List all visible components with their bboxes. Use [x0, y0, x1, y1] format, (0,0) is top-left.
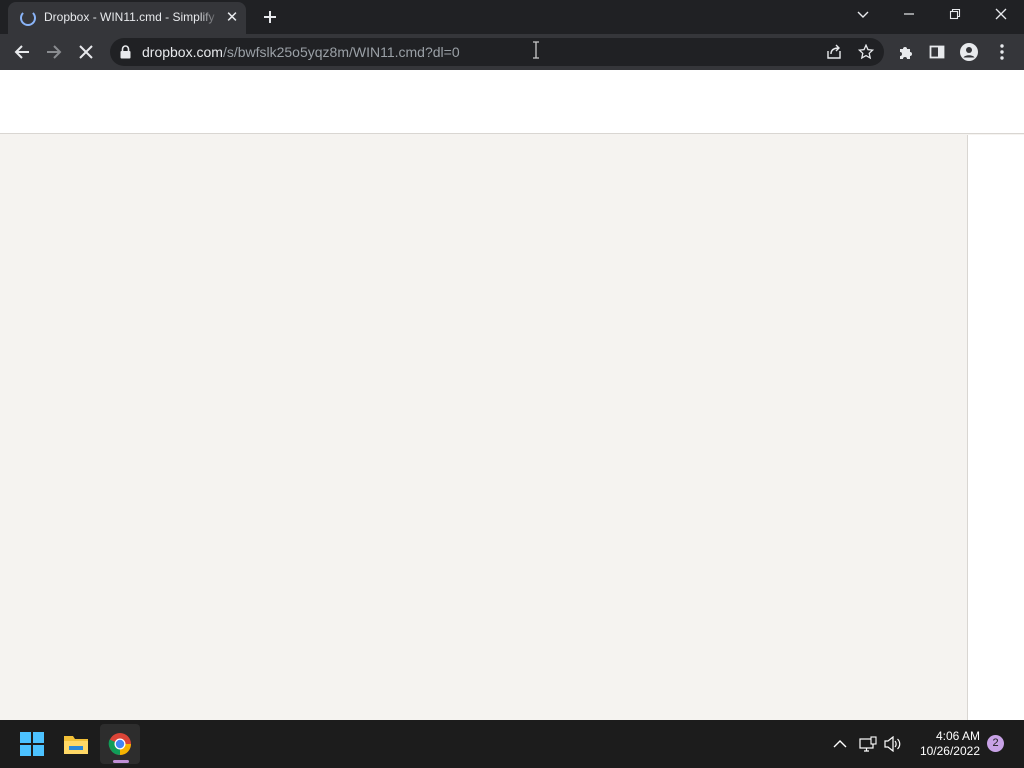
clock[interactable]: 4:06 AM 10/26/2022: [912, 729, 980, 759]
close-icon: [995, 8, 1007, 20]
star-icon: [858, 44, 874, 60]
volume-icon: [884, 736, 901, 752]
window-close-button[interactable]: [978, 0, 1024, 30]
chevron-up-icon: [833, 740, 847, 748]
back-button[interactable]: [8, 38, 36, 66]
active-app-indicator: [113, 760, 129, 763]
tab-title-fade: [198, 8, 220, 28]
url-host: dropbox.com: [142, 44, 223, 60]
x-icon: [79, 45, 93, 59]
page-main-area: [0, 135, 967, 720]
page-side-panel: [967, 135, 1024, 720]
new-tab-button[interactable]: [258, 5, 282, 29]
extensions-button[interactable]: [892, 38, 920, 66]
address-bar[interactable]: dropbox.com/s/bwfslk25o5yqz8m/WIN11.cmd?…: [110, 38, 884, 66]
tab-search-button[interactable]: [840, 0, 886, 30]
show-hidden-icons-button[interactable]: [830, 734, 850, 754]
restore-button[interactable]: [932, 0, 978, 30]
text-cursor-icon: [533, 41, 539, 59]
windows-start-icon: [20, 732, 44, 756]
chevron-down-icon: [857, 11, 869, 18]
person-icon: [960, 43, 978, 61]
page-header: [0, 70, 1024, 134]
browser-tabstrip: Dropbox - WIN11.cmd - Simplify ✕: [0, 0, 1024, 34]
browser-tab[interactable]: Dropbox - WIN11.cmd - Simplify ✕: [8, 2, 246, 34]
plus-icon: [264, 11, 276, 23]
forward-button[interactable]: [40, 38, 68, 66]
stop-loading-button[interactable]: [72, 38, 100, 66]
menu-button[interactable]: [988, 38, 1016, 66]
arrow-left-icon: [14, 45, 29, 59]
share-button[interactable]: [824, 42, 844, 62]
chrome-button[interactable]: [100, 724, 140, 764]
share-icon: [827, 44, 841, 59]
file-explorer-icon: [64, 736, 88, 754]
tab-close-icon[interactable]: ✕: [224, 10, 240, 26]
tab-loading-spinner-icon: [20, 10, 36, 26]
chrome-icon: [108, 733, 131, 755]
profile-button[interactable]: [955, 38, 983, 66]
file-explorer-button[interactable]: [56, 724, 96, 764]
start-button[interactable]: [12, 724, 52, 764]
tab-title: Dropbox - WIN11.cmd - Simplify: [44, 10, 215, 24]
screen: Dropbox - WIN11.cmd - Simplify ✕ dropbox…: [0, 0, 1024, 768]
clock-time: 4:06 AM: [935, 729, 980, 743]
puzzle-icon: [900, 47, 912, 59]
url-text[interactable]: dropbox.com/s/bwfslk25o5yqz8m/WIN11.cmd?…: [142, 44, 460, 60]
network-icon: [859, 736, 877, 752]
clock-date: 10/26/2022: [919, 744, 980, 758]
url-path: /s/bwfslk25o5yqz8m/WIN11.cmd?dl=0: [222, 44, 460, 60]
minimize-icon: [904, 13, 914, 15]
arrow-right-icon: [47, 45, 62, 59]
taskbar: [0, 720, 1024, 768]
restore-icon: [949, 8, 961, 20]
volume-button[interactable]: [883, 734, 903, 754]
minimize-button[interactable]: [886, 0, 932, 30]
network-button[interactable]: [858, 734, 878, 754]
bookmark-button[interactable]: [856, 42, 876, 62]
side-panel-button[interactable]: [923, 38, 951, 66]
kebab-icon: [1000, 44, 1004, 60]
side-panel-icon: [929, 45, 945, 59]
lock-icon[interactable]: [120, 45, 131, 59]
notification-badge[interactable]: 2: [987, 735, 1004, 752]
